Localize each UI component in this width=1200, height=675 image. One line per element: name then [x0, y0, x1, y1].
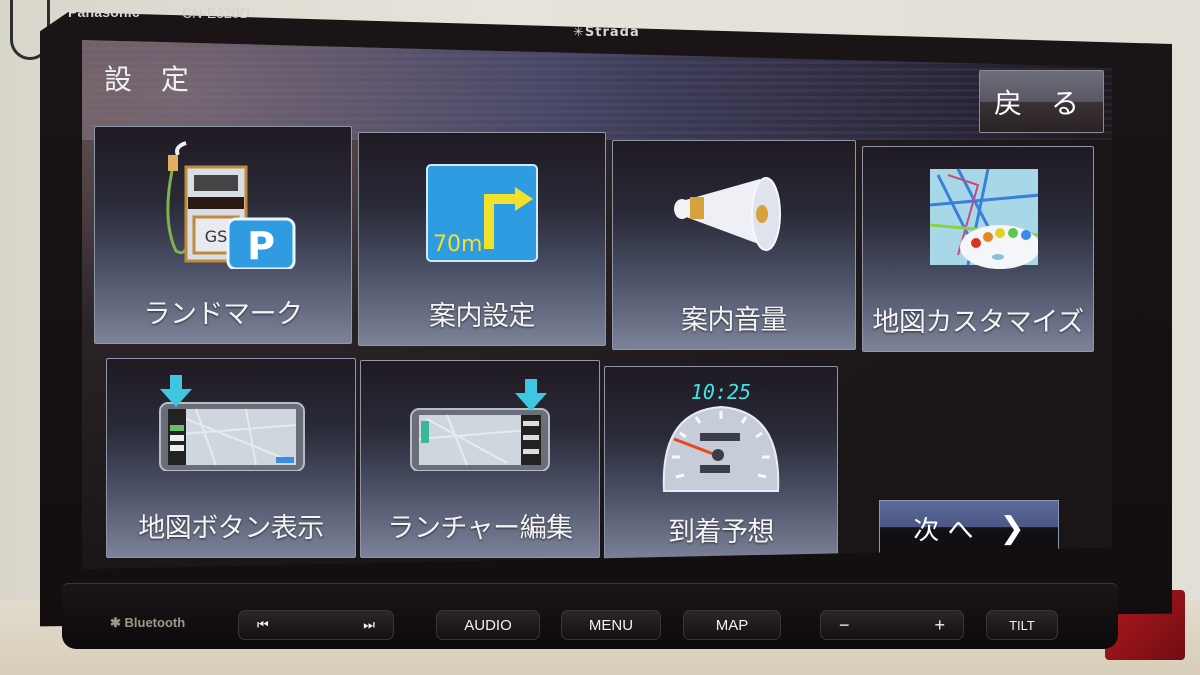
track-rocker[interactable]: ⏮ ⏭	[238, 610, 394, 640]
next-page-button[interactable]: 次 へ ❯	[879, 500, 1059, 556]
back-button[interactable]: 戻 る	[979, 70, 1104, 133]
menu-tile-map-customize[interactable]: 地図カスタマイズ	[862, 146, 1094, 352]
menu-tile-arrival-estimate[interactable]: 10:25 到着予想	[604, 366, 838, 562]
tilt-button[interactable]: TILT	[986, 610, 1058, 640]
menu-tile-label: 地図ボタン表示	[138, 513, 324, 544]
menu-tile-label: ランドマーク	[143, 299, 304, 330]
previous-track-icon[interactable]: ⏮	[257, 617, 269, 633]
svg-text:10:25: 10:25	[691, 381, 751, 404]
menu-tile-guidance-volume[interactable]: 案内音量	[612, 140, 856, 350]
svg-text:70m: 70m	[433, 232, 482, 257]
volume-down-button[interactable]: −	[839, 615, 850, 636]
chevron-right-icon: ❯	[999, 510, 1025, 546]
bluetooth-text: Bluetooth	[124, 615, 186, 630]
menu-tile-label: 地図カスタマイズ	[872, 307, 1084, 338]
menu-tile-guidance-settings[interactable]: 70m 案内設定	[358, 132, 606, 346]
map-button[interactable]: MAP	[683, 610, 781, 640]
speedometer-icon: 10:25	[656, 380, 786, 501]
bluetooth-icon: ✱	[110, 615, 125, 630]
menu-tile-launcher-edit[interactable]: ランチャー編集	[360, 360, 600, 558]
touch-screen: 設 定 戻 る GS P ランドマーク 70m 案内設定 案内音量 地図カスタマ…	[82, 40, 1112, 570]
svg-text:P: P	[247, 224, 275, 268]
launcher-edit-icon	[407, 379, 553, 472]
menu-tile-label: ランチャー編集	[387, 513, 573, 544]
menu-tile-label: 案内音量	[681, 305, 788, 336]
page-title: 設 定	[104, 63, 199, 96]
turn-sign-icon: 70m	[425, 163, 539, 263]
brand-logo: Panasonic	[68, 4, 140, 20]
map-palette-icon	[918, 165, 1041, 275]
menu-button[interactable]: MENU	[561, 610, 661, 640]
audio-button[interactable]: AUDIO	[436, 610, 540, 640]
menu-tile-map-button-display[interactable]: 地図ボタン表示	[106, 358, 356, 558]
volume-rocker[interactable]: − +	[820, 610, 964, 640]
gas-station-parking-icon: GS P	[148, 141, 298, 271]
bluetooth-label: ✱ Bluetooth	[110, 615, 185, 631]
next-label: 次 へ	[913, 515, 974, 546]
map-buttons-icon	[156, 375, 306, 472]
menu-tile-landmark[interactable]: GS P ランドマーク	[94, 126, 352, 344]
svg-text:GS: GS	[205, 227, 228, 246]
menu-tile-label: 案内設定	[429, 301, 536, 332]
model-number: CN-E320D	[182, 5, 250, 21]
next-track-icon[interactable]: ⏭	[363, 617, 375, 633]
series-logo: ✳Strada	[573, 25, 640, 40]
menu-tile-label: 到着予想	[668, 517, 775, 548]
megaphone-icon	[664, 171, 804, 261]
volume-up-button[interactable]: +	[934, 615, 945, 636]
